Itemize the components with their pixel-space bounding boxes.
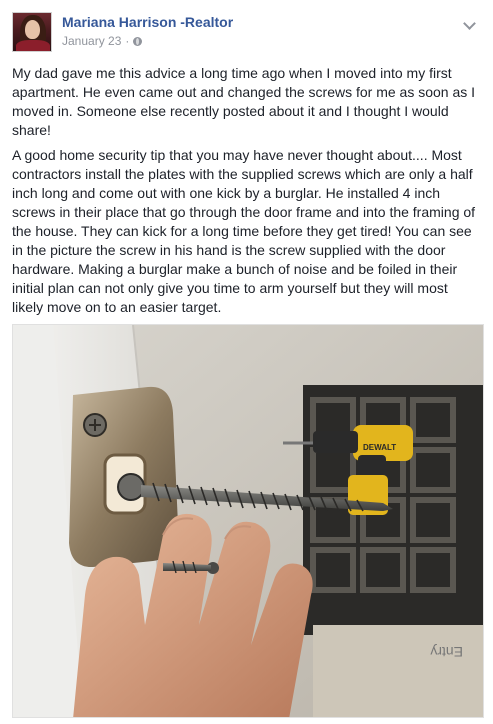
photo-illustration: Entry DEWALT	[13, 325, 483, 717]
door-mat	[303, 385, 483, 635]
avatar-shoulders	[16, 40, 50, 51]
chevron-down-icon[interactable]	[462, 16, 476, 32]
post-body: My dad gave me this advice a long time a…	[12, 64, 482, 323]
post-header: Mariana Harrison -Realtor January 23 ·	[12, 12, 482, 54]
globe-icon[interactable]	[133, 36, 143, 46]
post-paragraph-2: A good home security tip that you may ha…	[12, 147, 476, 315]
post-date[interactable]: January 23	[62, 34, 121, 48]
facebook-post: Mariana Harrison -Realtor January 23 · M…	[0, 0, 493, 724]
author-name[interactable]: Mariana Harrison -Realtor	[62, 14, 233, 30]
floor-lower	[313, 625, 483, 717]
drill-label: DEWALT	[363, 443, 396, 452]
post-photo[interactable]: Entry DEWALT	[12, 324, 484, 718]
meta-separator: ·	[125, 34, 130, 48]
mat-label: Entry	[430, 644, 463, 660]
post-meta: January 23 ·	[62, 34, 143, 48]
avatar[interactable]	[12, 12, 52, 52]
post-paragraph-1: My dad gave me this advice a long time a…	[12, 65, 476, 138]
avatar-face	[25, 20, 40, 39]
